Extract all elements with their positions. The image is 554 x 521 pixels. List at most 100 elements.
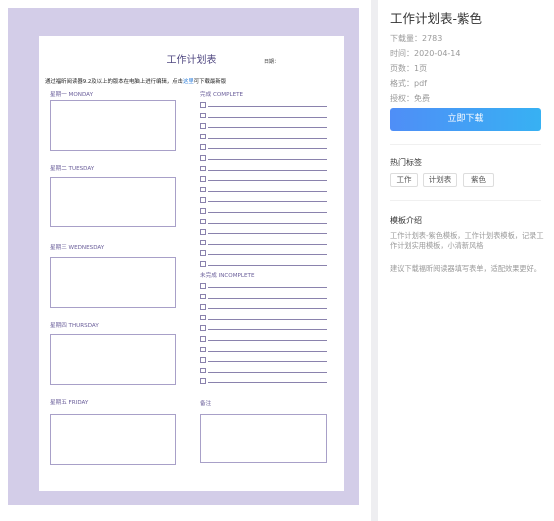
license: 授权：免费 xyxy=(390,94,430,103)
checklist-line xyxy=(208,212,327,213)
checklist-row[interactable] xyxy=(200,133,327,141)
incomplete-label: 未完成 INCOMPLETE xyxy=(200,273,255,279)
checklist-row[interactable] xyxy=(200,144,327,151)
day-box-tuesday[interactable] xyxy=(50,177,176,227)
checklist-line xyxy=(208,329,327,331)
checkbox-icon[interactable] xyxy=(200,123,206,129)
checklist-row[interactable] xyxy=(200,314,327,322)
day-box-friday[interactable] xyxy=(50,414,176,465)
checklist-row[interactable] xyxy=(200,239,327,247)
checklist-row[interactable] xyxy=(200,186,327,194)
checkbox-icon[interactable] xyxy=(200,229,206,235)
checklist-row[interactable] xyxy=(200,367,327,375)
checkbox-icon[interactable] xyxy=(200,186,206,193)
divider xyxy=(390,200,541,201)
checkbox-icon[interactable] xyxy=(200,314,206,321)
checklist-line xyxy=(208,169,327,171)
checklist-line xyxy=(208,243,327,245)
checklist-line xyxy=(208,254,327,256)
tag-work[interactable]: 工作 xyxy=(390,173,418,187)
checklist-line xyxy=(208,340,327,341)
checkbox-icon[interactable] xyxy=(200,378,206,384)
checklist-row[interactable] xyxy=(200,176,327,183)
checkbox-icon[interactable] xyxy=(200,261,206,267)
checklist-line xyxy=(208,287,327,288)
checklist-row[interactable] xyxy=(200,261,327,268)
checklist-row[interactable] xyxy=(200,304,327,311)
checklist-row[interactable] xyxy=(200,155,327,162)
checklist-line xyxy=(208,222,327,224)
checkbox-icon[interactable] xyxy=(200,155,206,161)
checklist-line xyxy=(208,106,327,107)
checklist-row[interactable] xyxy=(200,218,327,226)
checkbox-icon[interactable] xyxy=(200,304,206,310)
day-label-tuesday: 星期二 TUESDAY xyxy=(50,166,95,172)
checklist-row[interactable] xyxy=(200,250,327,257)
checklist-line xyxy=(208,180,327,182)
checklist-row[interactable] xyxy=(200,357,327,364)
checkbox-icon[interactable] xyxy=(200,250,206,256)
complete-label: 完成 COMPLETE xyxy=(200,92,244,98)
checklist-line xyxy=(208,201,327,203)
download-link[interactable]: 这里 xyxy=(183,79,194,85)
checkbox-icon[interactable] xyxy=(200,197,206,203)
checklist-row[interactable] xyxy=(200,197,327,204)
checklist-row[interactable] xyxy=(200,293,327,301)
day-box-thursday[interactable] xyxy=(50,334,176,385)
checkbox-icon[interactable] xyxy=(200,346,206,353)
checklist-row[interactable] xyxy=(200,123,327,130)
checkbox-icon[interactable] xyxy=(200,208,206,214)
checkbox-icon[interactable] xyxy=(200,293,206,300)
file-format: 格式：pdf xyxy=(390,79,427,88)
hot-tags-title: 热门标签 xyxy=(390,158,422,167)
day-box-wednesday[interactable] xyxy=(50,257,176,308)
checklist-row[interactable] xyxy=(200,283,327,290)
info-sidebar: 工作计划表-紫色 下载量：2783 时间：2020-04-14 页数：1页 格式… xyxy=(378,0,554,521)
download-button[interactable]: 立即下载 xyxy=(390,108,541,131)
notes-box[interactable] xyxy=(200,414,327,463)
document-preview: 工作计划表 日期： 通过福昕阅读器9.2及以上的版本在电脑上进行编辑，点击这里可… xyxy=(0,0,371,521)
day-box-monday[interactable] xyxy=(50,100,176,151)
checklist-row[interactable] xyxy=(200,378,327,385)
checklist-row[interactable] xyxy=(200,208,327,215)
notice-text-end: 可下载最新版 xyxy=(193,79,227,85)
checklist-row[interactable] xyxy=(200,325,327,332)
checklist-line xyxy=(208,159,327,160)
day-label-monday: 星期一 MONDAY xyxy=(50,92,93,98)
date-label: 日期： xyxy=(264,59,280,65)
checklist-row[interactable] xyxy=(200,346,327,354)
checkbox-icon[interactable] xyxy=(200,102,206,108)
checkbox-icon[interactable] xyxy=(200,144,206,150)
checklist-line xyxy=(208,137,327,139)
checklist-line xyxy=(208,361,327,363)
checkbox-icon[interactable] xyxy=(200,165,206,172)
checklist-row[interactable] xyxy=(200,112,327,120)
checkbox-icon[interactable] xyxy=(200,336,206,342)
checklist-row[interactable] xyxy=(200,165,327,173)
document-page: 工作计划表 日期： 通过福昕阅读器9.2及以上的版本在电脑上进行编辑，点击这里可… xyxy=(39,36,344,491)
checkbox-icon[interactable] xyxy=(200,239,206,246)
notice-text: 通过福昕阅读器9.2及以上的版本在电脑上进行编辑，点击 xyxy=(45,79,183,85)
checklist-line xyxy=(208,265,327,266)
checkbox-icon[interactable] xyxy=(200,357,206,363)
checkbox-icon[interactable] xyxy=(200,218,206,225)
day-label-friday: 星期五 FRIDAY xyxy=(50,400,89,406)
publish-time: 时间：2020-04-14 xyxy=(390,49,461,58)
checkbox-icon[interactable] xyxy=(200,112,206,119)
tag-plan[interactable]: 计划表 xyxy=(423,173,457,187)
checkbox-icon[interactable] xyxy=(200,325,206,331)
checkbox-icon[interactable] xyxy=(200,367,206,374)
checklist-row[interactable] xyxy=(200,229,327,236)
checkbox-icon[interactable] xyxy=(200,283,206,289)
checklist-line xyxy=(208,371,327,373)
checkbox-icon[interactable] xyxy=(200,176,206,182)
checklist-row[interactable] xyxy=(200,336,327,343)
tag-purple[interactable]: 紫色 xyxy=(463,173,494,187)
checklist-line xyxy=(208,233,327,235)
checklist-row[interactable] xyxy=(200,102,327,109)
document-title: 工作计划表 xyxy=(166,55,217,66)
checkbox-icon[interactable] xyxy=(200,133,206,140)
checklist-line xyxy=(208,297,327,299)
intro-title: 模板介绍 xyxy=(390,216,422,225)
document-frame: 工作计划表 日期： 通过福昕阅读器9.2及以上的版本在电脑上进行编辑，点击这里可… xyxy=(8,8,359,505)
